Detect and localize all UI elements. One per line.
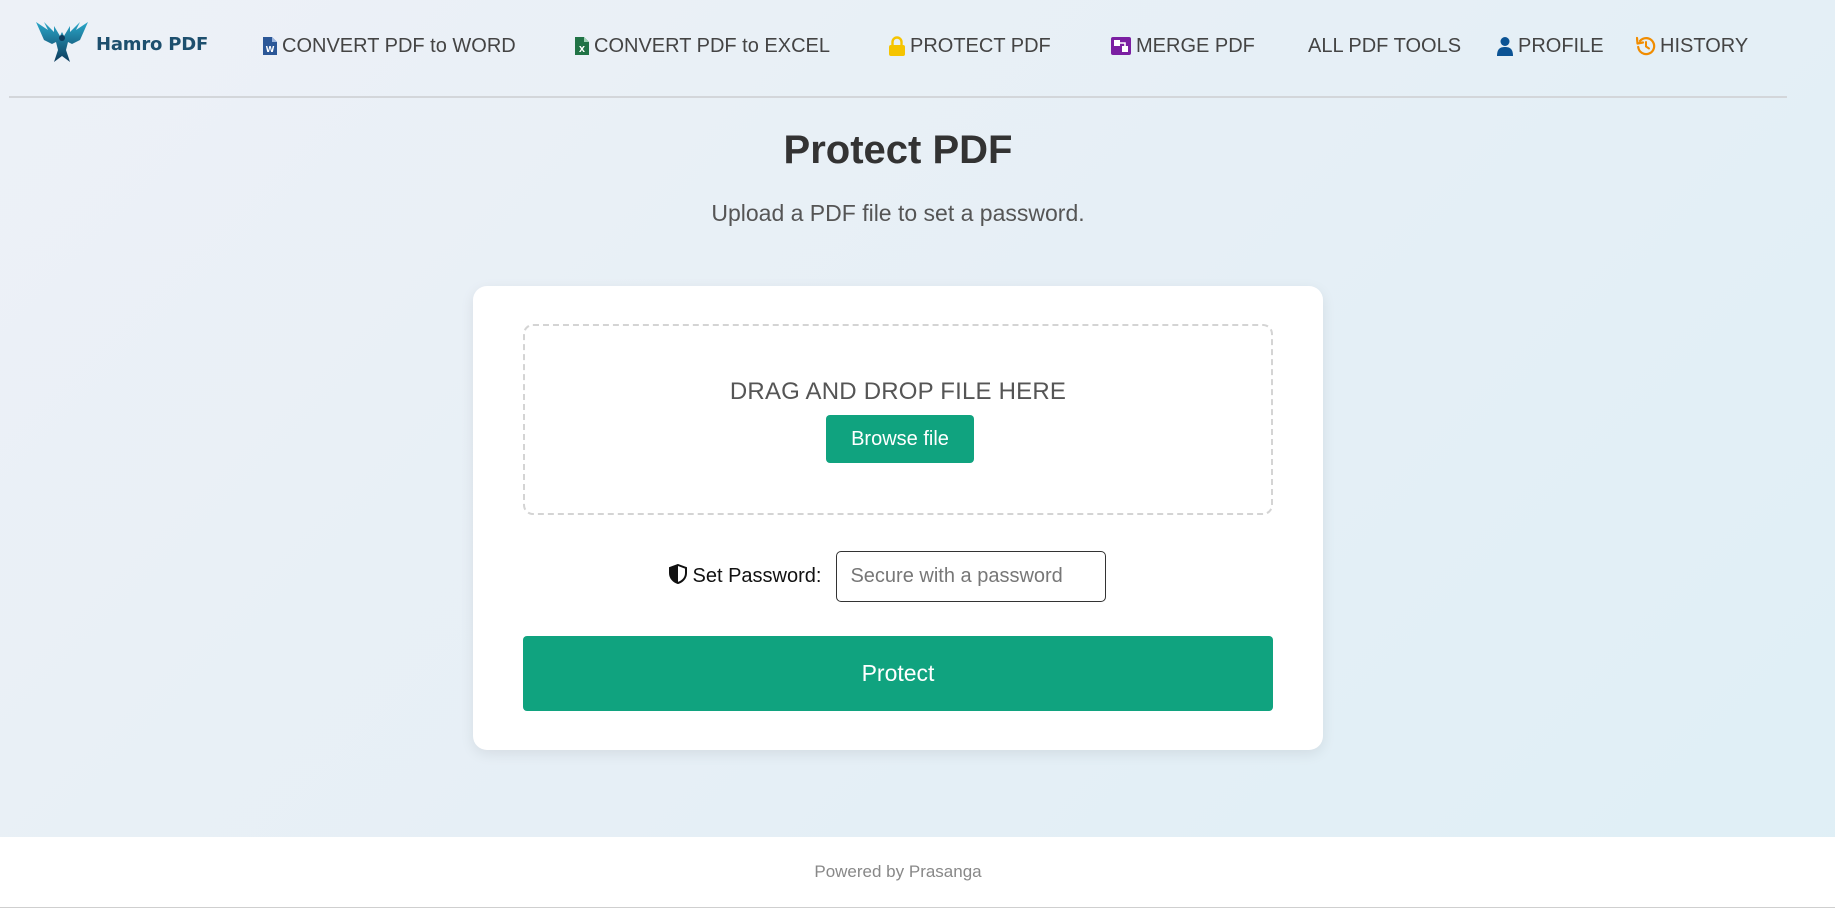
password-label-group: Set Password: — [668, 563, 822, 590]
nav-label: CONVERT PDF to EXCEL — [594, 34, 830, 57]
brand-logo-link[interactable]: Hamro PDF — [34, 18, 208, 66]
file-dropzone[interactable]: DRAG AND DROP FILE HERE Browse file — [523, 324, 1273, 515]
nav-label: MERGE PDF — [1136, 34, 1255, 57]
password-row: Set Password: — [473, 551, 1323, 602]
nav-profile[interactable]: PROFILE — [1496, 32, 1604, 60]
svg-text:X: X — [579, 45, 586, 54]
page-title: Protect PDF — [783, 128, 1013, 172]
nav-merge-pdf[interactable]: MERGE PDF — [1110, 32, 1255, 60]
protect-card: DRAG AND DROP FILE HERE Browse file Set … — [473, 286, 1323, 750]
history-icon — [1636, 36, 1656, 56]
password-input[interactable] — [836, 551, 1107, 602]
nav-protect-pdf[interactable]: PROTECT PDF — [888, 32, 1051, 60]
lock-icon — [888, 36, 906, 56]
header-divider — [9, 96, 1787, 98]
top-navbar: Hamro PDF W CONVERT PDF to WORD X CONVER… — [0, 0, 1835, 98]
user-icon — [1496, 36, 1514, 56]
nav-label: HISTORY — [1660, 34, 1749, 57]
merge-icon — [1110, 36, 1132, 56]
svg-text:W: W — [266, 45, 275, 54]
nav-label: PROTECT PDF — [910, 34, 1051, 57]
nav-history[interactable]: HISTORY — [1636, 32, 1748, 60]
eagle-logo-icon — [34, 18, 90, 66]
word-file-icon: W — [262, 36, 278, 56]
password-label: Set Password: — [692, 565, 822, 587]
nav-label: CONVERT PDF to WORD — [282, 34, 516, 57]
footer: Powered by Prasanga — [0, 837, 1835, 908]
nav-convert-pdf-to-word[interactable]: W CONVERT PDF to WORD — [262, 32, 516, 60]
browse-file-button[interactable]: Browse file — [826, 415, 974, 463]
protect-button[interactable]: Protect — [523, 636, 1273, 711]
nav-convert-pdf-to-excel[interactable]: X CONVERT PDF to EXCEL — [574, 32, 830, 60]
page-subtitle: Upload a PDF file to set a password. — [711, 200, 1085, 226]
excel-file-icon: X — [574, 36, 590, 56]
nav-label: PROFILE — [1518, 34, 1604, 57]
brand-name: Hamro PDF — [96, 33, 209, 55]
nav-label: ALL PDF TOOLS — [1308, 34, 1462, 57]
footer-text: Powered by Prasanga — [814, 862, 982, 881]
nav-all-pdf-tools[interactable]: ALL PDF TOOLS — [1308, 32, 1461, 60]
shield-icon — [668, 563, 688, 590]
dropzone-label: DRAG AND DROP FILE HERE — [729, 378, 1067, 405]
